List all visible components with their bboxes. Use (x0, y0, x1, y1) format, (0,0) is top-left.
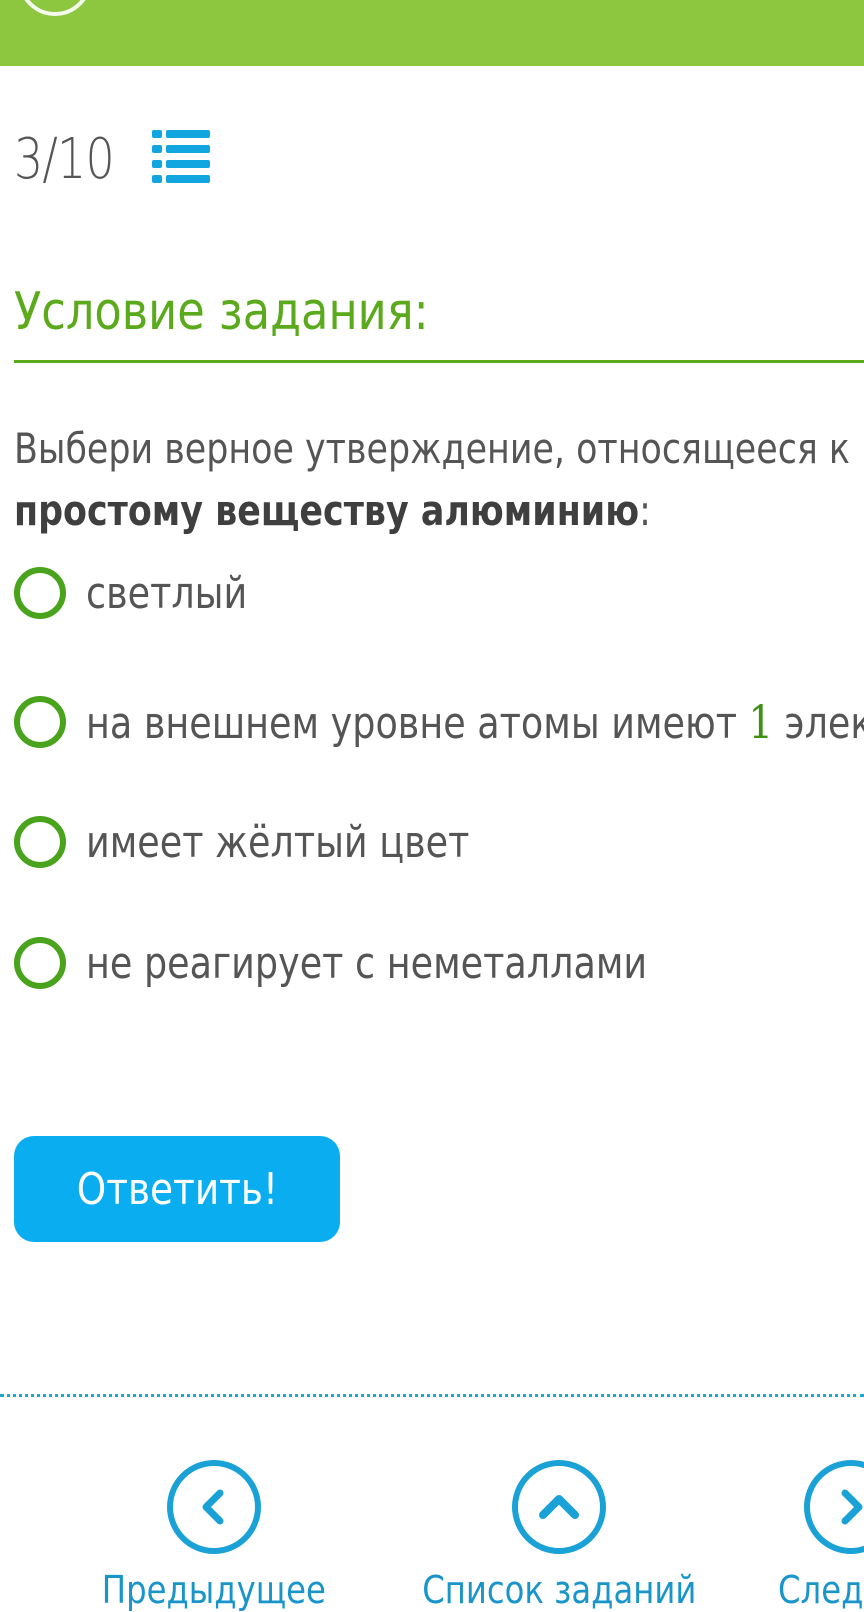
option-label: на внешнем уровне атомы имеют 1 элек (86, 695, 864, 749)
section-title: Условие задания: (14, 282, 429, 342)
answer-option-2[interactable]: на внешнем уровне атомы имеют 1 элек (14, 692, 864, 752)
top-bar (0, 0, 864, 66)
next-label: Следу (778, 1568, 864, 1612)
question-emphasis: простому веществу алюминию (14, 486, 640, 535)
chevron-up-icon[interactable] (512, 1460, 607, 1554)
task-list-icon[interactable] (152, 128, 212, 186)
option-label-text: на внешнем уровне атомы имеют (86, 698, 749, 749)
task-list-button[interactable]: Список заданий (398, 1460, 721, 1612)
task-progress: 3/10 (14, 124, 132, 194)
task-counter: 3/10 (14, 126, 115, 192)
nav-divider (0, 1394, 864, 1397)
answer-button[interactable]: Ответить! (14, 1136, 340, 1242)
radio-button[interactable] (14, 696, 66, 748)
radio-button[interactable] (14, 567, 66, 619)
answer-option-3[interactable]: имеет жёлтый цвет (14, 812, 548, 872)
option-label: имеет жёлтый цвет (86, 816, 470, 868)
option-number: 1 (748, 695, 773, 749)
previous-label: Предыдущее (101, 1568, 326, 1612)
question-colon: : (639, 486, 651, 535)
answer-option-4[interactable]: не реагирует с неметаллами (14, 933, 762, 993)
next-task-button[interactable]: Следу (778, 1460, 864, 1612)
answer-button-label: Ответить! (76, 1163, 278, 1215)
task-list-label: Список заданий (422, 1568, 697, 1612)
back-circle-icon[interactable] (18, 0, 92, 16)
chevron-left-icon[interactable] (166, 1460, 261, 1554)
radio-button[interactable] (14, 816, 66, 868)
previous-task-button[interactable]: Предыдущее (82, 1460, 346, 1612)
question-line-2: простому веществу алюминию: (14, 480, 861, 542)
option-label-tail: элек (772, 698, 864, 749)
chevron-right-icon[interactable] (804, 1460, 864, 1554)
option-label: не реагирует с неметаллами (86, 937, 648, 989)
radio-button[interactable] (14, 937, 66, 989)
section-divider (14, 360, 864, 363)
question-text: Выбери верное утверждение, относящееся к… (14, 418, 861, 542)
option-label: светлый (86, 567, 248, 619)
question-line-1: Выбери верное утверждение, относящееся к (14, 424, 850, 473)
answer-option-1[interactable]: светлый (14, 563, 280, 623)
